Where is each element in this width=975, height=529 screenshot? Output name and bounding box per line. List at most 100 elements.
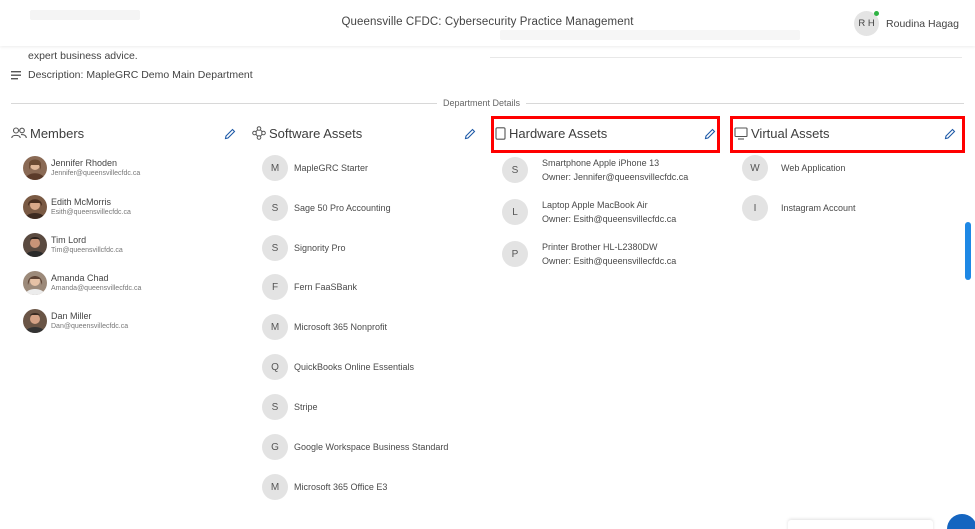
- member-name: Dan Miller: [51, 310, 92, 321]
- asset-name: Fern FaaSBank: [294, 282, 358, 292]
- member-avatar: [23, 309, 47, 333]
- divider: [490, 57, 962, 58]
- asset-name: QuickBooks Online Essentials: [294, 362, 415, 372]
- background-text-placeholder: [500, 30, 800, 40]
- software-asset-item[interactable]: M MapleGRC Starter: [262, 155, 368, 181]
- asset-owner: Owner: Esith@queensvillecfdc.ca: [542, 214, 677, 224]
- hardware-asset-item[interactable]: P Printer Brother HL-L2380DW Owner: Esith…: [502, 240, 676, 268]
- network-icon: [252, 126, 266, 140]
- asset-letter-badge: M: [262, 314, 288, 340]
- member-item[interactable]: Tim Lord Tim@queensvillcfdc.ca: [23, 233, 123, 257]
- hardware-assets-title: Hardware Assets: [509, 125, 608, 141]
- asset-name: Instagram Account: [781, 203, 856, 213]
- asset-letter-badge: F: [262, 274, 288, 300]
- asset-letter-badge: W: [742, 155, 768, 181]
- virtual-assets-title: Virtual Assets: [751, 125, 830, 141]
- asset-name: Google Workspace Business Standard: [294, 442, 449, 452]
- section-label: Department Details: [437, 98, 527, 108]
- device-icon: [495, 126, 506, 140]
- asset-name: Microsoft 365 Office E3: [294, 482, 388, 492]
- member-avatar: [23, 195, 47, 219]
- user-name: Roudina Hagag: [886, 17, 959, 30]
- software-asset-item[interactable]: S Signority Pro: [262, 235, 346, 261]
- hardware-assets-header: Hardware Assets: [495, 123, 607, 143]
- software-assets-title: Software Assets: [269, 125, 363, 141]
- asset-letter-badge: I: [742, 195, 768, 221]
- virtual-asset-item[interactable]: W Web Application: [742, 155, 845, 181]
- member-name: Tim Lord: [51, 234, 87, 245]
- member-avatar: [23, 233, 47, 257]
- asset-letter-badge: L: [502, 199, 528, 225]
- member-name: Jennifer Rhoden: [51, 157, 118, 168]
- member-email: Amanda@queensvillecfdc.ca: [51, 284, 142, 292]
- software-asset-item[interactable]: G Google Workspace Business Standard: [262, 434, 448, 460]
- asset-letter-badge: S: [262, 235, 288, 261]
- member-email: Esith@queensvillecfdc.ca: [51, 208, 131, 216]
- user-menu[interactable]: R H Roudina Hagag: [854, 11, 959, 36]
- members-header: Members: [11, 123, 84, 143]
- app-title: Queensville CFDC: Cybersecurity Practice…: [341, 16, 634, 28]
- member-item[interactable]: Dan Miller Dan@queensvillecfdc.ca: [23, 309, 128, 333]
- software-asset-item[interactable]: F Fern FaaSBank: [262, 274, 357, 300]
- software-asset-item[interactable]: S Sage 50 Pro Accounting: [262, 195, 391, 221]
- edit-members-button[interactable]: [223, 127, 236, 140]
- member-item[interactable]: Jennifer Rhoden Jennifer@queensvillecfdc…: [23, 156, 140, 180]
- asset-letter-badge: P: [502, 241, 528, 267]
- software-asset-item[interactable]: M Microsoft 365 Nonprofit: [262, 314, 387, 340]
- notes-icon: [11, 70, 21, 79]
- asset-letter-badge: S: [262, 195, 288, 221]
- edit-hardware-assets-button[interactable]: [703, 127, 716, 140]
- pencil-icon: [704, 128, 715, 139]
- asset-letter-badge: S: [502, 157, 528, 183]
- member-avatar: [23, 156, 47, 180]
- asset-letter-badge: M: [262, 155, 288, 181]
- edit-virtual-assets-button[interactable]: [943, 127, 956, 140]
- asset-letter-badge: S: [262, 394, 288, 420]
- software-asset-item[interactable]: S Stripe: [262, 394, 318, 420]
- asset-letter-badge: Q: [262, 354, 288, 380]
- software-asset-item[interactable]: Q QuickBooks Online Essentials: [262, 354, 414, 380]
- floating-action-button[interactable]: [947, 514, 975, 529]
- hardware-asset-item[interactable]: L Laptop Apple MacBook Air Owner: Esith@q…: [502, 198, 676, 226]
- monitor-icon: [734, 126, 748, 140]
- description-row: Description: MapleGRC Demo Main Departme…: [11, 69, 253, 81]
- asset-name: Sage 50 Pro Accounting: [294, 203, 391, 213]
- asset-name: Laptop Apple MacBook Air: [542, 200, 648, 210]
- member-item[interactable]: Amanda Chad Amanda@queensvillecfdc.ca: [23, 271, 141, 295]
- member-email: Dan@queensvillecfdc.ca: [51, 322, 129, 330]
- member-name: Edith McMorris: [51, 196, 112, 207]
- asset-name: Smartphone Apple iPhone 13: [542, 158, 660, 168]
- pencil-icon: [224, 128, 235, 139]
- virtual-assets-header: Virtual Assets: [734, 123, 830, 143]
- member-email: Tim@queensvillcfdc.ca: [51, 246, 123, 254]
- pencil-icon: [944, 128, 955, 139]
- asset-name: Signority Pro: [294, 243, 346, 253]
- asset-name: Web Application: [781, 163, 846, 173]
- member-email: Jennifer@queensvillecfdc.ca: [51, 169, 141, 177]
- software-assets-header: Software Assets: [252, 123, 362, 143]
- online-status-dot: [874, 11, 880, 16]
- user-initials: R H: [858, 18, 875, 29]
- description-text: Description: MapleGRC Demo Main Departme…: [28, 69, 253, 81]
- members-title: Members: [30, 125, 85, 141]
- virtual-asset-item[interactable]: I Instagram Account: [742, 195, 856, 221]
- edit-software-assets-button[interactable]: [463, 127, 476, 140]
- avatar[interactable]: R H: [854, 11, 880, 36]
- asset-owner: Owner: Jennifer@queensvillecfdc.ca: [542, 172, 689, 182]
- asset-owner: Owner: Esith@queensvillecfdc.ca: [542, 256, 677, 266]
- scrollbar-thumb[interactable]: [965, 222, 971, 280]
- member-avatar: [23, 271, 47, 295]
- people-icon: [11, 127, 27, 139]
- advice-text: expert business advice.: [28, 50, 138, 62]
- pencil-icon: [464, 128, 475, 139]
- asset-letter-badge: G: [262, 434, 288, 460]
- top-bar: Queensville CFDC: Cybersecurity Practice…: [0, 0, 975, 46]
- member-item[interactable]: Edith McMorris Esith@queensvillecfdc.ca: [23, 195, 131, 219]
- asset-letter-badge: M: [262, 474, 288, 500]
- asset-name: Microsoft 365 Nonprofit: [294, 322, 388, 332]
- asset-name: Printer Brother HL-L2380DW: [542, 242, 658, 252]
- software-asset-item[interactable]: M Microsoft 365 Office E3: [262, 474, 387, 500]
- hardware-asset-item[interactable]: S Smartphone Apple iPhone 13 Owner: Jenni…: [502, 156, 688, 184]
- bottom-panel: [788, 520, 933, 529]
- asset-name: Stripe: [294, 402, 318, 412]
